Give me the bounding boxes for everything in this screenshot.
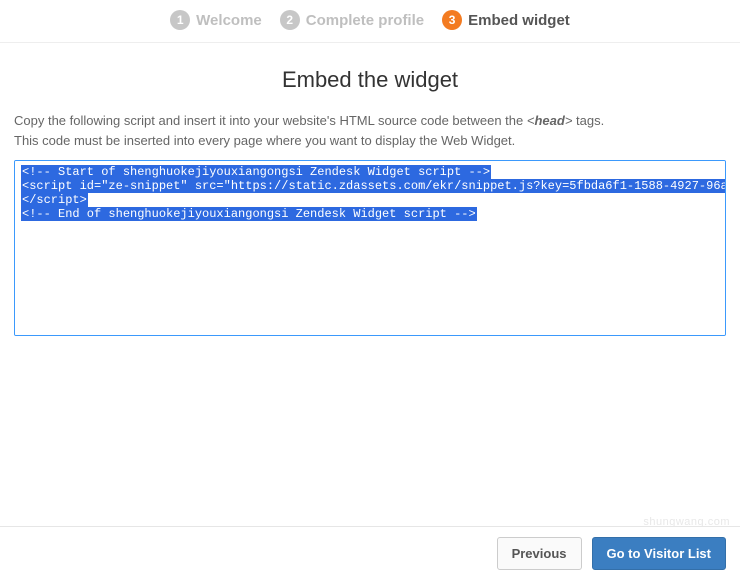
code-line: <!-- Start of shenghuokejiyouxiangongsi … [21, 165, 491, 179]
instructions-text: tags. [572, 113, 604, 128]
previous-button[interactable]: Previous [497, 537, 582, 570]
code-line: <script id="ze-snippet" src="https://sta… [21, 179, 726, 193]
step-embed-widget[interactable]: 3 Embed widget [442, 10, 570, 30]
step-complete-profile[interactable]: 2 Complete profile [280, 10, 424, 30]
code-snippet-box[interactable]: <!-- Start of shenghuokejiyouxiangongsi … [14, 160, 726, 336]
footer: Previous Go to Visitor List [0, 526, 740, 580]
step-label: Welcome [196, 12, 262, 29]
go-to-visitor-list-button[interactable]: Go to Visitor List [592, 537, 727, 570]
step-label: Embed widget [468, 12, 570, 29]
content: Embed the widget Copy the following scri… [0, 43, 740, 336]
step-number: 2 [280, 10, 300, 30]
head-tag: <head> [527, 113, 573, 128]
instructions-text: This code must be inserted into every pa… [14, 133, 515, 148]
head-bold: head [534, 113, 564, 128]
code-line: <!-- End of shenghuokejiyouxiangongsi Ze… [21, 207, 477, 221]
code-line: </script> [21, 193, 88, 207]
step-label: Complete profile [306, 12, 424, 29]
onboarding-page: 1 Welcome 2 Complete profile 3 Embed wid… [0, 0, 740, 580]
step-number: 1 [170, 10, 190, 30]
step-welcome[interactable]: 1 Welcome [170, 10, 262, 30]
stepper: 1 Welcome 2 Complete profile 3 Embed wid… [0, 0, 740, 43]
instructions: Copy the following script and insert it … [14, 111, 726, 150]
page-title: Embed the widget [14, 67, 726, 93]
step-number: 3 [442, 10, 462, 30]
instructions-text: Copy the following script and insert it … [14, 113, 527, 128]
